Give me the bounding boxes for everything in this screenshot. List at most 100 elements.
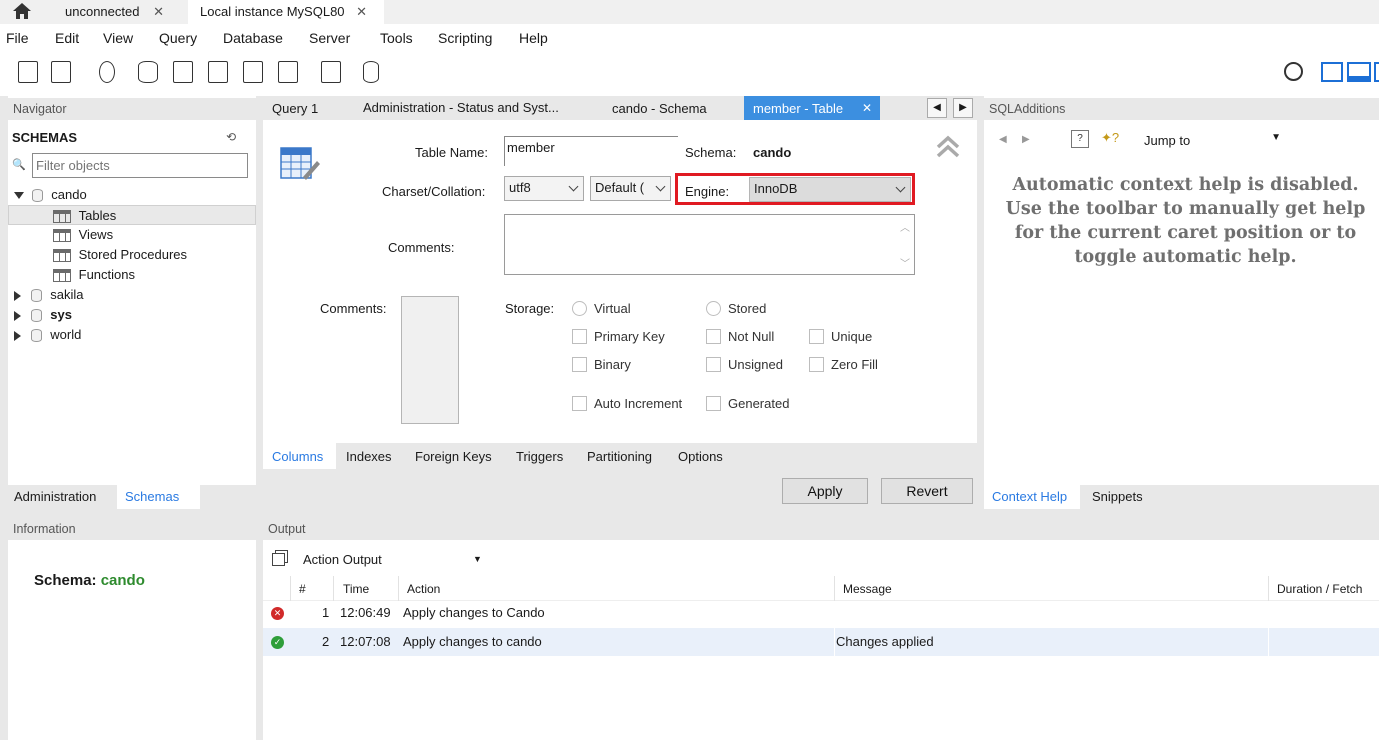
- table-name-input[interactable]: member: [504, 136, 678, 166]
- close-icon[interactable]: ✕: [153, 4, 164, 19]
- menu-tools[interactable]: Tools: [380, 30, 413, 46]
- tab-unconnected[interactable]: unconnected ✕: [55, 0, 185, 24]
- menu-view[interactable]: View: [103, 30, 133, 46]
- not-null-checkbox[interactable]: Not Null: [706, 328, 774, 345]
- tab-member-table[interactable]: member - Table ✕: [744, 96, 880, 120]
- filter-objects-input[interactable]: [32, 153, 248, 178]
- toggle-sidebar-icon[interactable]: [1321, 62, 1343, 82]
- generated-checkbox[interactable]: Generated: [706, 395, 789, 412]
- copy-icon[interactable]: [272, 553, 285, 566]
- zero-fill-checkbox[interactable]: Zero Fill: [809, 356, 878, 373]
- home-icon[interactable]: [12, 2, 32, 20]
- scroll-right-icon[interactable]: ▶: [953, 98, 973, 118]
- error-icon: ✕: [271, 607, 284, 620]
- refresh-icon[interactable]: ⟲: [226, 130, 236, 144]
- create-schema-icon[interactable]: [138, 61, 158, 83]
- auto-help-icon[interactable]: ✦?: [1101, 130, 1119, 146]
- menu-file[interactable]: File: [6, 30, 29, 46]
- open-sql-script-icon[interactable]: [51, 61, 71, 83]
- expand-arrow-icon[interactable]: [14, 192, 24, 200]
- table-row[interactable]: ✓ 2 12:07:08 Apply changes to cando Chan…: [263, 628, 1379, 656]
- tab-context-help[interactable]: Context Help: [984, 485, 1080, 509]
- create-function-icon[interactable]: [278, 61, 298, 83]
- revert-button[interactable]: Revert: [881, 478, 973, 504]
- storage-virtual-radio[interactable]: Virtual: [572, 300, 631, 317]
- action-output-select[interactable]: Action Output ▼: [303, 552, 483, 572]
- table-row[interactable]: ✕ 1 12:06:49 Apply changes to Cando: [263, 599, 1379, 627]
- column-comments-textarea[interactable]: [401, 296, 459, 424]
- storage-stored-radio[interactable]: Stored: [706, 300, 766, 317]
- search-table-data-icon[interactable]: [321, 61, 341, 83]
- new-sql-tab-icon[interactable]: [18, 61, 38, 83]
- engine-select[interactable]: InnoDB: [749, 177, 911, 202]
- primary-key-checkbox[interactable]: Primary Key: [572, 328, 665, 345]
- function-folder-icon: [53, 269, 71, 283]
- tab-administration-status[interactable]: Administration - Status and Syst...: [363, 100, 559, 115]
- tree-item-sys[interactable]: sys: [14, 305, 72, 325]
- vertical-divider[interactable]: [256, 96, 263, 740]
- col-header-num[interactable]: #: [299, 582, 306, 596]
- back-arrow-icon[interactable]: ◀: [999, 134, 1007, 145]
- tab-query-1[interactable]: Query 1: [272, 101, 318, 116]
- inspector-icon[interactable]: [99, 61, 115, 83]
- tree-item-world[interactable]: world: [14, 325, 81, 345]
- tree-item-cando[interactable]: cando: [14, 185, 87, 205]
- auto-increment-checkbox[interactable]: Auto Increment: [572, 395, 682, 412]
- close-icon[interactable]: ✕: [862, 101, 872, 115]
- manual-help-icon[interactable]: ?: [1071, 130, 1089, 148]
- col-header-action[interactable]: Action: [407, 582, 440, 596]
- tree-item-sakila[interactable]: sakila: [14, 285, 84, 305]
- tree-item-views[interactable]: Views: [53, 225, 113, 245]
- menu-edit[interactable]: Edit: [55, 30, 79, 46]
- col-header-duration[interactable]: Duration / Fetch: [1277, 582, 1362, 596]
- close-icon[interactable]: ✕: [356, 4, 367, 19]
- chevron-down-icon[interactable]: ﹀: [900, 255, 910, 270]
- tab-foreign-keys[interactable]: Foreign Keys: [415, 449, 492, 464]
- collation-select[interactable]: Default (: [590, 176, 671, 201]
- toggle-secondary-sidebar-icon[interactable]: [1374, 62, 1379, 82]
- col-header-time[interactable]: Time: [343, 582, 369, 596]
- collapse-editor-icon[interactable]: [935, 134, 961, 160]
- charset-select[interactable]: utf8: [504, 176, 584, 201]
- tab-administration[interactable]: Administration: [14, 489, 96, 504]
- tree-item-functions[interactable]: Functions: [53, 265, 135, 285]
- tab-cando-schema[interactable]: cando - Schema: [612, 101, 707, 116]
- menu-database[interactable]: Database: [223, 30, 283, 46]
- tab-triggers[interactable]: Triggers: [516, 449, 563, 464]
- comments-textarea[interactable]: ︿ ﹀: [504, 214, 915, 275]
- create-table-icon[interactable]: [173, 61, 193, 83]
- create-procedure-icon[interactable]: [243, 61, 263, 83]
- tab-partitioning[interactable]: Partitioning: [587, 449, 652, 464]
- tree-item-tables[interactable]: Tables: [8, 205, 256, 225]
- col-header-message[interactable]: Message: [843, 582, 892, 596]
- apply-button[interactable]: Apply: [782, 478, 868, 504]
- binary-checkbox[interactable]: Binary: [572, 356, 631, 373]
- create-view-icon[interactable]: [208, 61, 228, 83]
- unsigned-checkbox[interactable]: Unsigned: [706, 356, 783, 373]
- tab-snippets[interactable]: Snippets: [1092, 489, 1143, 504]
- tab-schemas[interactable]: Schemas: [117, 485, 200, 509]
- menu-scripting[interactable]: Scripting: [438, 30, 492, 46]
- tree-item-stored-procedures[interactable]: Stored Procedures: [53, 245, 187, 265]
- menu-query[interactable]: Query: [159, 30, 197, 46]
- scrollbar[interactable]: ︿ ﹀: [896, 215, 914, 274]
- chevron-up-icon[interactable]: ︿: [900, 219, 910, 234]
- tab-options[interactable]: Options: [678, 449, 723, 464]
- reconnect-icon[interactable]: [363, 61, 379, 83]
- horizontal-divider[interactable]: [0, 509, 1379, 518]
- settings-icon[interactable]: [1284, 62, 1303, 81]
- tab-columns[interactable]: Columns: [263, 443, 336, 469]
- tab-indexes[interactable]: Indexes: [346, 449, 392, 464]
- unique-checkbox[interactable]: Unique: [809, 328, 872, 345]
- toggle-output-icon[interactable]: [1347, 62, 1371, 82]
- collapse-arrow-icon[interactable]: [14, 330, 21, 341]
- menu-help[interactable]: Help: [519, 30, 548, 46]
- forward-arrow-icon[interactable]: ▶: [1022, 134, 1030, 145]
- tab-local-instance[interactable]: Local instance MySQL80 ✕: [188, 0, 384, 24]
- collapse-arrow-icon[interactable]: [14, 310, 21, 321]
- collapse-arrow-icon[interactable]: [14, 290, 21, 301]
- vertical-divider[interactable]: [977, 96, 984, 509]
- scroll-left-icon[interactable]: ◀: [927, 98, 947, 118]
- menu-server[interactable]: Server: [309, 30, 350, 46]
- jump-to-select[interactable]: Jump to ▼: [1144, 129, 1289, 151]
